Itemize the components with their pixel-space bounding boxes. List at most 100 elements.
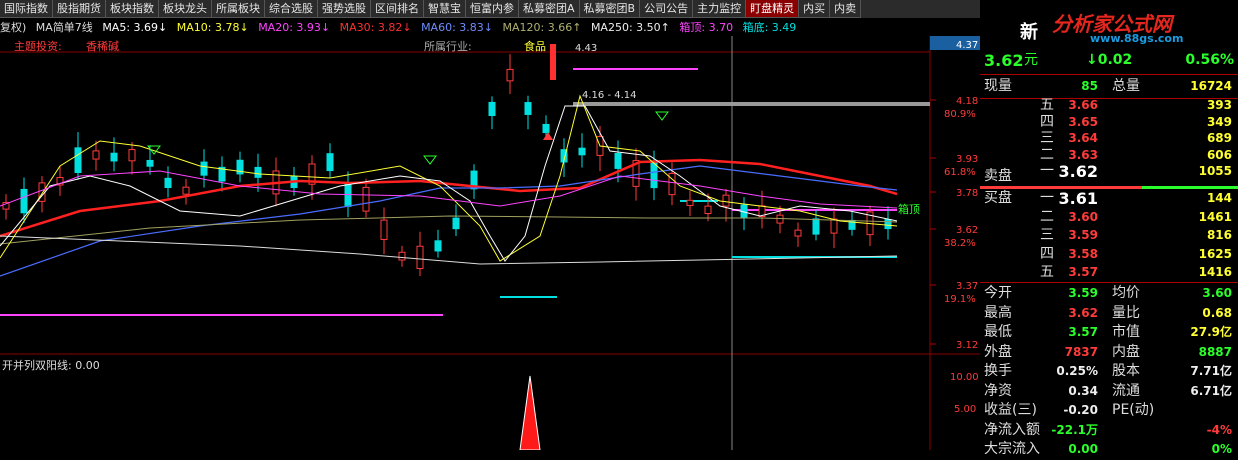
candle-body — [452, 217, 460, 230]
axis-price-label: 3.12 — [956, 340, 978, 351]
ma10-value: MA10: 3.78↓ — [176, 21, 249, 34]
tab-4[interactable]: 所属板块 — [212, 0, 265, 18]
stat-label: 今开 — [984, 285, 1012, 301]
sell-label-row: 卖盘 — [980, 166, 1238, 187]
stat-label: 净资 — [984, 382, 1012, 399]
candle-body — [164, 177, 172, 189]
down-signal-icon — [423, 155, 437, 165]
level-quantity: 1416 — [1198, 265, 1232, 280]
tab-8[interactable]: 智慧宝 — [424, 0, 466, 18]
candle-body — [92, 150, 100, 160]
candle-body — [488, 101, 496, 117]
candle-body — [434, 240, 442, 252]
stat-label-2: 流通 — [1112, 382, 1140, 399]
candle-body — [416, 245, 424, 270]
stat-label: 净流入额 — [984, 421, 1040, 438]
stats-row: 最低 3.57 市值 27.9亿 — [980, 322, 1238, 343]
stat-value: -22.1万 — [1051, 422, 1098, 437]
candle-body — [812, 218, 820, 235]
stat-value-2: 7.71亿 — [1190, 364, 1232, 378]
stat-value: 0.34 — [1068, 383, 1098, 398]
sub-axis-label: 10.00 — [950, 372, 979, 383]
ma5-value: MA5: 3.69↓ — [102, 21, 168, 34]
stat-value-2: -4% — [1206, 422, 1232, 437]
candle-body — [650, 161, 658, 189]
tab-7[interactable]: 区间排名 — [371, 0, 424, 18]
stat-value: 3.62 — [1068, 305, 1098, 320]
tab-10[interactable]: 私募密团A — [519, 0, 580, 18]
axis-price-label: 3.62 — [956, 225, 978, 236]
tab-13[interactable]: 主力监控 — [693, 0, 747, 18]
ma250-value: MA250: 3.50↑ — [590, 21, 670, 34]
volume-total: 16724 — [1190, 79, 1232, 93]
sub-axis-label: 5.00 — [954, 404, 976, 415]
stat-value: 3.57 — [1068, 325, 1098, 339]
up-signal-icon — [543, 132, 553, 140]
tab-5[interactable]: 综合选股 — [265, 0, 318, 18]
stat-value: 3.59 — [1068, 286, 1098, 300]
tab-9[interactable]: 恒富内参 — [466, 0, 519, 18]
indicator-name[interactable]: MA简单7线 — [36, 21, 93, 34]
candle-body — [110, 152, 118, 162]
ma-indicator-row: 复权) MA简单7线 MA5: 3.69↓ MA10: 3.78↓ MA20: … — [0, 19, 930, 35]
stats-row: 外盘 7837 内盘 8887 — [980, 342, 1238, 363]
candle-body — [146, 159, 154, 167]
tab-3[interactable]: 板块龙头 — [159, 0, 212, 18]
signal-spike — [519, 375, 541, 450]
stats-row: 净流入额 -22.1万 -4% — [980, 420, 1238, 441]
stats-row: 净资 0.34 流通 6.71亿 — [980, 381, 1238, 402]
tab-16[interactable]: 内卖 — [830, 0, 862, 18]
tab-11[interactable]: 私募密团B — [579, 0, 641, 18]
candle-body — [380, 219, 388, 240]
tab-14[interactable]: 盯盘精灵 — [746, 0, 800, 18]
candle-body — [542, 123, 550, 134]
industry-value: 食品 — [524, 39, 546, 53]
candle-body — [254, 166, 262, 178]
axis-pct-label: 38.2% — [944, 238, 976, 249]
stat-value-2: 6.71亿 — [1190, 383, 1232, 398]
volume-total-label: 总量 — [1112, 78, 1140, 94]
stat-label: 收益(三) — [984, 402, 1037, 418]
tab-15[interactable]: 内买 — [799, 0, 831, 18]
candle-body — [74, 147, 82, 174]
axis-price-label: 3.37 — [956, 281, 978, 292]
candle-body — [686, 199, 694, 206]
kline-chart[interactable]: 4.37 4.18 80.9% 3.93 61.8% 3.78 3.62 38.2% 3.37 1… — [0, 36, 980, 450]
range-annotation: 4.16 - 4.14 — [582, 90, 637, 101]
candle-body — [20, 188, 28, 214]
candle-body — [830, 218, 838, 234]
tab-0[interactable]: 国际指数 — [0, 0, 53, 18]
axis-price-label: 3.93 — [956, 154, 978, 165]
candle-body — [200, 161, 208, 176]
level-label: 五 — [1040, 264, 1054, 281]
volume-now-label: 现量 — [984, 78, 1012, 94]
tab-2[interactable]: 板块指数 — [106, 0, 159, 18]
ma120-value: MA120: 3.66↑ — [502, 21, 582, 34]
stock-name: 新 — [1020, 22, 1038, 43]
candle-body — [326, 153, 334, 172]
candle-body — [550, 44, 556, 80]
candle-body — [128, 149, 136, 162]
price-unit: 元 — [1024, 52, 1038, 68]
candle-body — [578, 147, 586, 156]
candle-body — [614, 152, 622, 169]
adjust-label: 复权) — [0, 21, 27, 34]
sub-indicator-label: 开并列双阳线: 0.00 — [2, 359, 100, 372]
tab-6[interactable]: 强势选股 — [318, 0, 371, 18]
industry-label: 所属行业: — [424, 40, 472, 53]
stats-row: 今开 3.59 均价 3.60 — [980, 283, 1238, 304]
box-top-value: 箱顶: 3.70 — [679, 21, 734, 34]
candle-body — [182, 186, 190, 195]
down-signal-icon — [655, 111, 669, 121]
tab-12[interactable]: 公司公告 — [640, 0, 694, 18]
stat-value-2: 8887 — [1198, 344, 1232, 359]
tab-1[interactable]: 股指期货 — [53, 0, 106, 18]
candle-body — [704, 205, 712, 215]
stat-label-2: 市值 — [1112, 324, 1140, 340]
stat-value: -0.20 — [1063, 403, 1098, 417]
candle-body — [362, 186, 370, 212]
stat-value-2: 27.9亿 — [1190, 325, 1232, 339]
box-bottom-value: 箱底: 3.49 — [742, 21, 797, 34]
ma250-line — [0, 235, 898, 265]
bid-level-row[interactable]: 五 3.57 1416 — [980, 262, 1238, 283]
